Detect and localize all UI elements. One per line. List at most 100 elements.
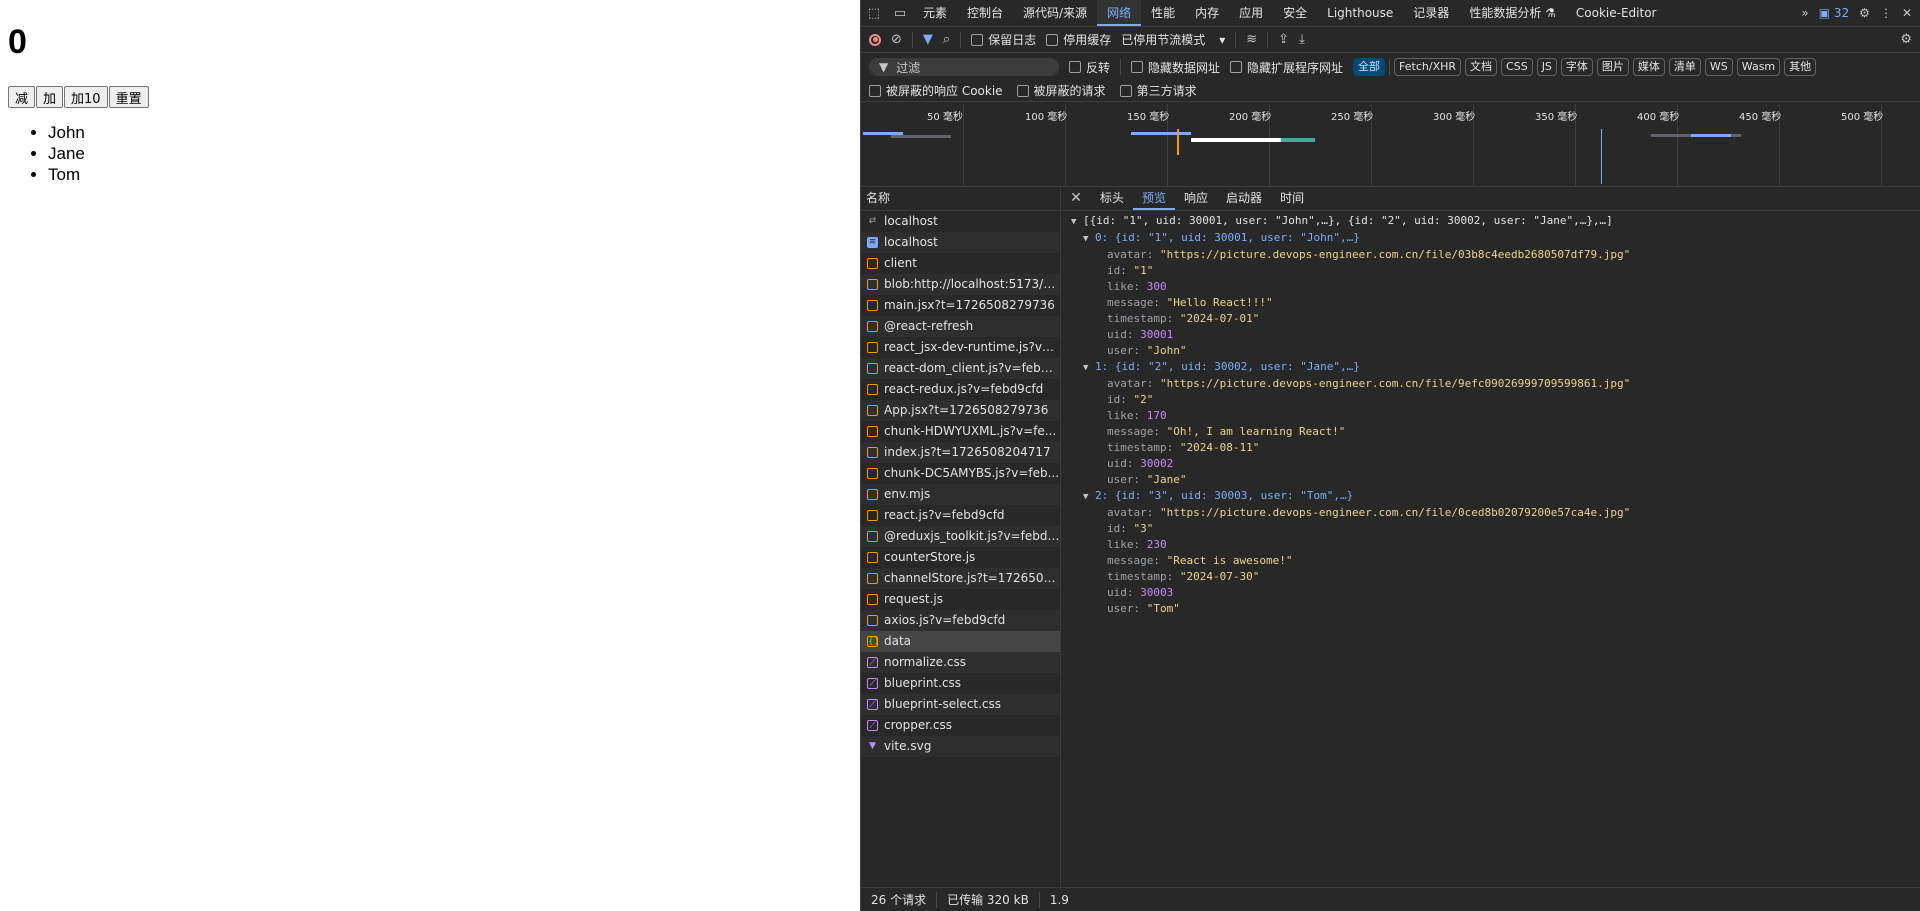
tab-headers[interactable]: 标头 — [1091, 186, 1133, 210]
third-party-checkbox[interactable]: 第三方请求 — [1119, 82, 1197, 99]
expand-triangle-icon[interactable]: ▼ — [1083, 360, 1095, 376]
checkbox-box[interactable] — [1230, 61, 1243, 73]
tab-initiator[interactable]: 启动器 — [1217, 186, 1271, 210]
filter-chip-css[interactable]: CSS — [1501, 58, 1533, 76]
invert-checkbox[interactable]: 反转 — [1069, 59, 1110, 76]
filter-chip-doc[interactable]: 文档 — [1465, 58, 1498, 76]
import-har-icon[interactable]: ⇪ — [1278, 32, 1289, 47]
tab-lighthouse[interactable]: Lighthouse — [1317, 0, 1403, 26]
tab-sources[interactable]: 源代码/来源 — [1013, 0, 1097, 26]
hide-data-urls-checkbox[interactable]: 隐藏数据网址 — [1131, 59, 1220, 76]
request-row[interactable]: ⟋ blueprint-select.css — [861, 694, 1060, 715]
add-ten-button[interactable]: 加10 — [64, 86, 108, 108]
request-row[interactable]: index.js?t=1726508204717 — [861, 442, 1060, 463]
filter-chip-other[interactable]: 其他 — [1784, 58, 1817, 76]
expand-triangle-icon[interactable]: ▼ — [1083, 489, 1095, 505]
request-row[interactable]: react-dom_client.js?v=febd9... — [861, 358, 1060, 379]
tab-console[interactable]: 控制台 — [957, 0, 1013, 26]
filter-chip-media[interactable]: 媒体 — [1632, 58, 1665, 76]
filter-chip-ws[interactable]: WS — [1704, 58, 1733, 76]
filter-chip-font[interactable]: 字体 — [1560, 58, 1593, 76]
expand-triangle-icon[interactable]: ▼ — [1071, 214, 1083, 230]
json-item-header[interactable]: ▼ 0: {id: "1", uid: 30001, user: "John",…… — [1061, 230, 1920, 247]
checkbox-box[interactable] — [869, 84, 881, 97]
checkbox-box[interactable] — [1046, 33, 1059, 46]
request-row[interactable]: react_jsx-dev-runtime.js?v=f... — [861, 337, 1060, 358]
request-row[interactable]: blob:http://localhost:5173/d... — [861, 274, 1060, 295]
request-row[interactable]: env.mjs — [861, 484, 1060, 505]
request-row[interactable]: @react-refresh — [861, 316, 1060, 337]
tab-performance-insights[interactable]: 性能数据分析 ⚗ — [1459, 0, 1566, 26]
request-row[interactable]: react-redux.js?v=febd9cfd — [861, 379, 1060, 400]
request-row[interactable]: ⇄ localhost — [861, 211, 1060, 232]
tab-cookie-editor[interactable]: Cookie-Editor — [1566, 0, 1667, 26]
name-column-header[interactable]: 名称 — [861, 186, 1060, 211]
filter-chip-fetch-xhr[interactable]: Fetch/XHR — [1394, 58, 1462, 76]
request-row[interactable]: counterStore.js — [861, 547, 1060, 568]
checkbox-box[interactable] — [971, 33, 984, 46]
filter-chip-wasm[interactable]: Wasm — [1736, 58, 1781, 76]
device-toolbar-icon[interactable]: ▭ — [887, 0, 913, 26]
network-settings-icon[interactable]: ⚙ — [1900, 32, 1912, 47]
request-row[interactable]: {} data — [861, 631, 1060, 652]
clear-icon[interactable]: ⊘ — [891, 32, 902, 47]
increment-button[interactable]: 加 — [36, 86, 64, 108]
close-icon[interactable]: ✕ — [1061, 190, 1091, 206]
filter-chip-img[interactable]: 图片 — [1596, 58, 1629, 76]
json-item-header[interactable]: ▼ 1: {id: "2", uid: 30002, user: "Jane",…… — [1061, 359, 1920, 376]
blocked-cookies-checkbox[interactable]: 被屏蔽的响应 Cookie — [869, 82, 1003, 99]
json-root[interactable]: ▼ [{id: "1", uid: 30001, user: "John",…},… — [1061, 213, 1920, 230]
request-row[interactable]: channelStore.js?t=17265082... — [861, 568, 1060, 589]
blocked-requests-checkbox[interactable]: 被屏蔽的请求 — [1016, 82, 1106, 99]
json-item-header[interactable]: ▼ 2: {id: "3", uid: 30003, user: "Tom",…} — [1061, 488, 1920, 505]
disable-cache-checkbox[interactable]: 停用缓存 — [1046, 31, 1111, 48]
request-row[interactable]: ≡ localhost — [861, 232, 1060, 253]
checkbox-box[interactable] — [1131, 61, 1144, 73]
request-row[interactable]: ⟋ cropper.css — [861, 715, 1060, 736]
request-row[interactable]: main.jsx?t=1726508279736 — [861, 295, 1060, 316]
issues-badge[interactable]: ▣ 32 — [1819, 6, 1849, 20]
expand-triangle-icon[interactable]: ▼ — [1083, 231, 1095, 247]
more-options-icon[interactable]: ⋮ — [1880, 6, 1892, 20]
request-row[interactable]: request.js — [861, 589, 1060, 610]
request-row[interactable]: ⟋ normalize.css — [861, 652, 1060, 673]
export-har-icon[interactable]: ⤓ — [1299, 32, 1305, 47]
filter-input[interactable]: ▼ 过滤 — [869, 58, 1059, 76]
tab-preview[interactable]: 预览 — [1133, 186, 1176, 210]
checkbox-box[interactable] — [1016, 84, 1029, 97]
tab-performance[interactable]: 性能 — [1141, 0, 1185, 26]
request-row[interactable]: client — [861, 253, 1060, 274]
tab-elements[interactable]: 元素 — [913, 0, 957, 26]
network-overview-timeline[interactable]: 50 毫秒 100 毫秒 150 毫秒 200 毫秒 250 毫秒 300 毫秒… — [861, 104, 1920, 187]
decrement-button[interactable]: 减 — [8, 86, 36, 108]
request-row[interactable]: App.jsx?t=1726508279736 — [861, 400, 1060, 421]
checkbox-box[interactable] — [1119, 84, 1132, 97]
request-row[interactable]: ⟋ blueprint.css — [861, 673, 1060, 694]
request-row[interactable]: @reduxjs_toolkit.js?v=febd9... — [861, 526, 1060, 547]
request-row[interactable]: chunk-HDWYUXML.js?v=fe... — [861, 421, 1060, 442]
network-conditions-icon[interactable]: ≋ — [1246, 32, 1257, 47]
filter-chip-js[interactable]: JS — [1536, 58, 1557, 76]
inspect-element-icon[interactable]: ⬚ — [861, 0, 887, 26]
request-row[interactable]: react.js?v=febd9cfd — [861, 505, 1060, 526]
filter-chip-all[interactable]: 全部 — [1353, 58, 1386, 76]
request-row[interactable]: axios.js?v=febd9cfd — [861, 610, 1060, 631]
tab-network[interactable]: 网络 — [1097, 0, 1142, 26]
settings-icon[interactable]: ⚙ — [1859, 6, 1870, 20]
tab-timing[interactable]: 时间 — [1271, 186, 1313, 210]
request-row[interactable]: ▼ vite.svg — [861, 736, 1060, 757]
more-tabs-icon[interactable]: » — [1801, 6, 1808, 20]
tab-response[interactable]: 响应 — [1175, 186, 1217, 210]
close-icon[interactable]: ✕ — [1902, 6, 1912, 20]
tab-memory[interactable]: 内存 — [1185, 0, 1229, 26]
filter-chip-manifest[interactable]: 清单 — [1668, 58, 1701, 76]
throttle-select[interactable]: 已停用节流模式 ▾ — [1121, 31, 1225, 48]
tab-application[interactable]: 应用 — [1229, 0, 1273, 26]
hide-extension-urls-checkbox[interactable]: 隐藏扩展程序网址 — [1230, 59, 1343, 76]
reset-button[interactable]: 重置 — [108, 86, 149, 108]
tab-recorder[interactable]: 记录器 — [1403, 0, 1459, 26]
tab-security[interactable]: 安全 — [1273, 0, 1317, 26]
checkbox-box[interactable] — [1069, 61, 1081, 73]
search-icon[interactable]: ⌕ — [943, 32, 950, 47]
preserve-log-checkbox[interactable]: 保留日志 — [971, 31, 1036, 48]
